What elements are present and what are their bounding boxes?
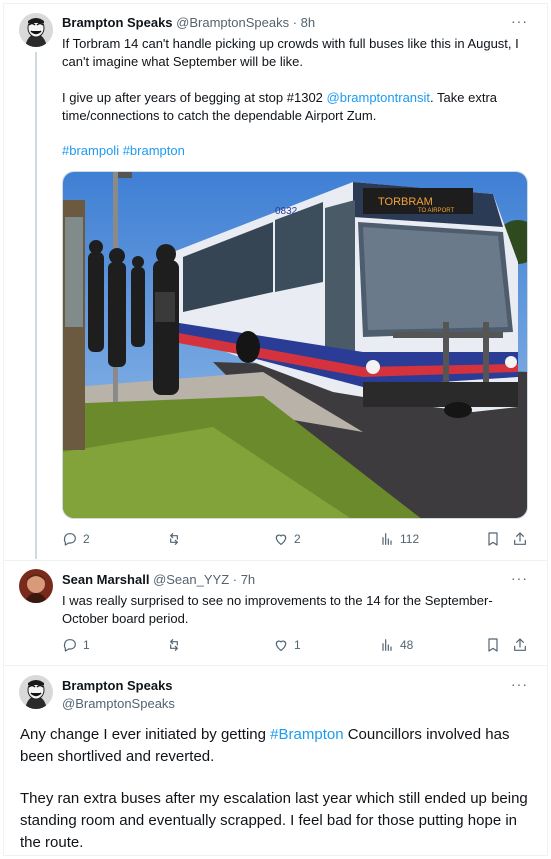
share-button[interactable]: [512, 637, 528, 653]
views-button[interactable]: 112: [379, 531, 419, 547]
tweet-1-header: Brampton Speaks @BramptonSpeaks · 8h: [62, 15, 315, 30]
thread-line: [35, 52, 37, 559]
bus-destination-sign: TORBRAM: [378, 196, 433, 208]
avatar-sean-marshall[interactable]: [19, 569, 53, 603]
like-count: 2: [294, 532, 301, 546]
tweet-3-paragraph-2: They ran extra buses after my escalation…: [20, 790, 528, 851]
avatar-image: [19, 569, 53, 603]
share-button[interactable]: [512, 531, 528, 547]
tweet-1-actions: 2 2 112: [62, 531, 528, 551]
more-icon[interactable]: ···: [511, 570, 528, 586]
bookmark-icon: [488, 638, 498, 652]
handle[interactable]: @BramptonSpeaks: [176, 15, 289, 30]
reply-count: 1: [83, 638, 90, 652]
bookmark-icon: [488, 532, 498, 546]
more-icon[interactable]: ···: [511, 676, 528, 692]
like-icon: [275, 640, 287, 651]
tweet-2-header: Sean Marshall @Sean_YYZ · 7h: [62, 572, 255, 587]
avatar-brampton-speaks[interactable]: [19, 675, 53, 709]
avatar-image: [19, 675, 53, 709]
hashtags-link[interactable]: #brampoli #brampton: [62, 142, 185, 160]
like-count: 1: [294, 638, 301, 652]
avatar-image: [19, 13, 53, 47]
avatar-brampton-speaks[interactable]: [19, 13, 53, 47]
line2-pre: I give up after years of begging at stop…: [62, 90, 327, 105]
bus-destination-sub: TO AIRPORT: [418, 208, 454, 214]
like-icon: [275, 534, 287, 545]
reply-count: 2: [83, 532, 90, 546]
more-icon[interactable]: ···: [511, 13, 528, 29]
views-count: 112: [400, 532, 420, 546]
mention-link[interactable]: @bramptontransit: [327, 90, 431, 105]
reply-icon: [63, 639, 76, 652]
repost-icon: [170, 639, 178, 651]
bookmark-button[interactable]: [485, 531, 501, 547]
tweet-2-actions: 1 1 48: [62, 637, 528, 657]
tweet-3-paragraph-1: Any change I ever initiated by getting #…: [20, 724, 530, 768]
repost-button[interactable]: [166, 637, 187, 653]
reply-icon: [63, 533, 76, 546]
views-icon: [382, 533, 392, 545]
share-icon: [514, 638, 526, 651]
p1-pre: Any change I ever initiated by getting: [20, 726, 271, 743]
views-button[interactable]: 48: [379, 637, 413, 653]
divider: [3, 665, 548, 666]
views-icon: [382, 639, 392, 651]
repost-icon: [170, 533, 178, 545]
bus-photo-image: TORBRAM TO AIRPORT 0832: [63, 172, 527, 518]
share-icon: [514, 532, 526, 545]
display-name[interactable]: Brampton Speaks: [62, 15, 173, 30]
reply-button[interactable]: 1: [62, 637, 90, 653]
divider: [3, 560, 548, 561]
like-button[interactable]: 1: [273, 637, 301, 653]
reply-button[interactable]: 2: [62, 531, 90, 547]
display-name[interactable]: Sean Marshall: [62, 572, 149, 587]
repost-button[interactable]: [166, 531, 187, 547]
tweet-1-line1: If Torbram 14 can't handle picking up cr…: [62, 36, 519, 69]
display-name[interactable]: Brampton Speaks: [62, 678, 173, 693]
timestamp[interactable]: · 7h: [233, 572, 255, 587]
bus-fleet-number: 0832: [275, 206, 298, 217]
handle[interactable]: @Sean_YYZ: [153, 572, 229, 587]
tweet-photo[interactable]: TORBRAM TO AIRPORT 0832: [62, 171, 528, 519]
like-button[interactable]: 2: [273, 531, 301, 547]
handle[interactable]: @BramptonSpeaks: [62, 696, 175, 711]
hashtag-link[interactable]: #Brampton: [270, 726, 343, 743]
bookmark-button[interactable]: [485, 637, 501, 653]
tweet-2-text: I was really surprised to see no improve…: [62, 593, 493, 626]
timestamp[interactable]: · 8h: [293, 15, 315, 30]
views-count: 48: [400, 638, 414, 652]
tweet-1-line2: I give up after years of begging at stop…: [62, 89, 524, 125]
